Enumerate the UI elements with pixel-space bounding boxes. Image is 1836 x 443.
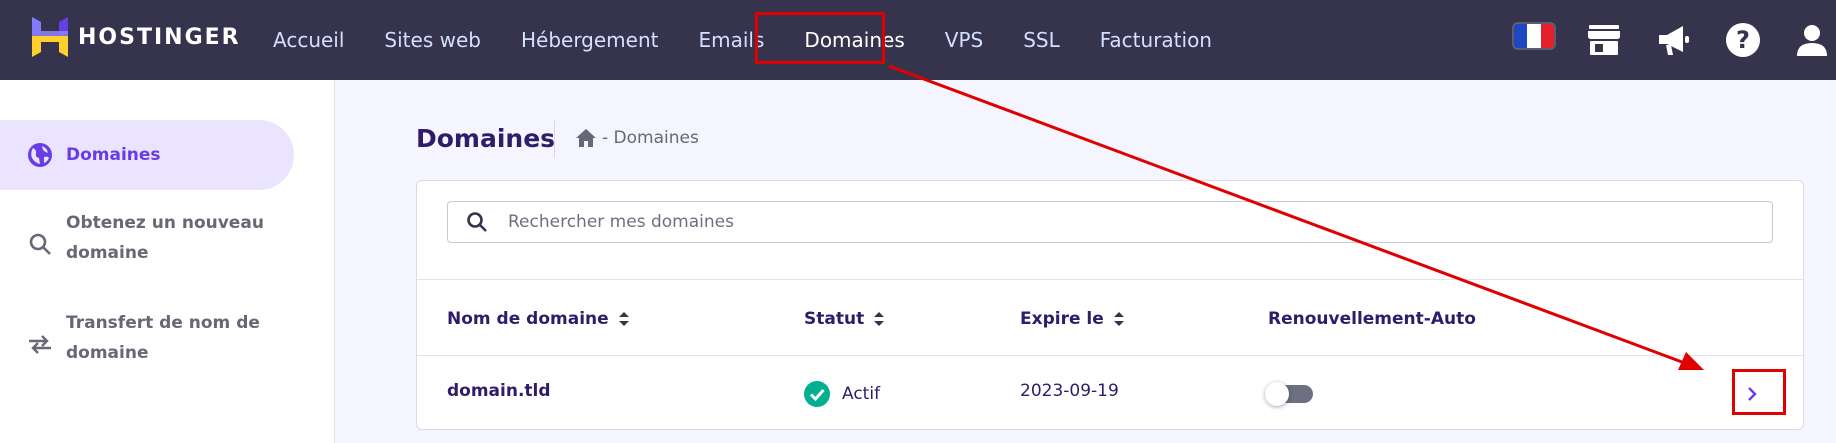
page-title: Domaines — [416, 124, 556, 153]
autorenew-toggle[interactable] — [1265, 382, 1313, 406]
store-icon[interactable] — [1584, 20, 1624, 60]
sidebar-item-label: Domaines — [66, 145, 161, 165]
nav-item-facturation[interactable]: Facturation — [1100, 28, 1212, 52]
nav-item-hebergement[interactable]: Hébergement — [521, 28, 659, 52]
brand-name: HOSTINGER — [78, 24, 241, 50]
help-icon[interactable]: ? — [1723, 20, 1763, 60]
divider — [417, 355, 1803, 356]
nav-item-accueil[interactable]: Accueil — [273, 28, 344, 52]
expiry-date: 2023-09-19 — [1020, 381, 1119, 401]
nav-item-vps[interactable]: VPS — [945, 28, 983, 52]
svg-text:?: ? — [1736, 26, 1750, 54]
user-icon[interactable] — [1792, 20, 1832, 60]
domain-details-button[interactable] — [1733, 375, 1771, 413]
globe-icon — [26, 141, 54, 169]
domain-name: domain.tld — [447, 381, 551, 401]
column-header-domain[interactable]: Nom de domaine — [447, 309, 629, 329]
megaphone-icon[interactable] — [1654, 20, 1694, 60]
column-header-label: Statut — [804, 309, 865, 329]
status-badge: Actif — [842, 384, 881, 404]
nav-item-ssl[interactable]: SSL — [1023, 28, 1060, 52]
sort-icon — [618, 312, 629, 326]
sidebar-item-label: domaine — [66, 243, 149, 263]
domain-name-cell[interactable]: domain.tld — [447, 381, 551, 401]
domains-card: Nom de domaine Statut Expire le Renouvel… — [416, 180, 1804, 430]
hostinger-logo-icon — [32, 17, 68, 57]
column-header-label: Expire le — [1020, 309, 1104, 329]
column-header-expires[interactable]: Expire le — [1020, 309, 1124, 329]
main-nav: Accueil Sites web Hébergement Emails Dom… — [273, 0, 1252, 80]
search-icon — [26, 230, 54, 258]
chevron-right-icon — [1748, 387, 1757, 401]
nav-item-emails[interactable]: Emails — [699, 28, 765, 52]
search-icon — [467, 212, 487, 232]
transfer-icon — [26, 330, 54, 358]
sort-icon — [874, 312, 885, 326]
search-box[interactable] — [447, 201, 1773, 243]
france-flag-icon[interactable] — [1512, 22, 1556, 50]
home-icon[interactable] — [576, 129, 596, 147]
nav-item-domaines[interactable]: Domaines — [804, 28, 904, 52]
sidebar-item-domaines[interactable]: Domaines — [0, 120, 294, 190]
sort-icon — [1113, 312, 1124, 326]
sidebar-item-new-domain[interactable]: Obtenez un nouveau domaine — [0, 208, 264, 268]
top-navigation-bar: HOSTINGER Accueil Sites web Hébergement … — [0, 0, 1836, 80]
search-input[interactable] — [508, 212, 1708, 232]
sidebar-item-label: Obtenez un nouveau — [66, 213, 264, 233]
divider — [417, 279, 1803, 280]
column-header-status[interactable]: Statut — [804, 309, 885, 329]
column-header-label: Nom de domaine — [447, 309, 609, 329]
nav-item-sites-web[interactable]: Sites web — [384, 28, 481, 52]
toggle-knob — [1265, 382, 1289, 406]
expires-cell: 2023-09-19 — [1020, 381, 1119, 401]
column-header-label: Renouvellement-Auto — [1268, 309, 1476, 329]
title-divider — [554, 120, 555, 158]
status-cell: Actif — [804, 381, 880, 407]
breadcrumb-text: - Domaines — [602, 128, 699, 148]
sidebar: Domaines Obtenez un nouveau domaine Tran… — [0, 80, 335, 443]
hostinger-logo[interactable]: HOSTINGER — [32, 17, 241, 57]
column-header-autorenew: Renouvellement-Auto — [1268, 309, 1476, 329]
sidebar-item-label: Transfert de nom de — [66, 313, 260, 333]
sidebar-item-transfer-domain[interactable]: Transfert de nom de domaine — [0, 308, 260, 368]
check-circle-icon — [804, 381, 830, 407]
sidebar-item-label: domaine — [66, 343, 149, 363]
breadcrumb: - Domaines — [576, 128, 699, 148]
